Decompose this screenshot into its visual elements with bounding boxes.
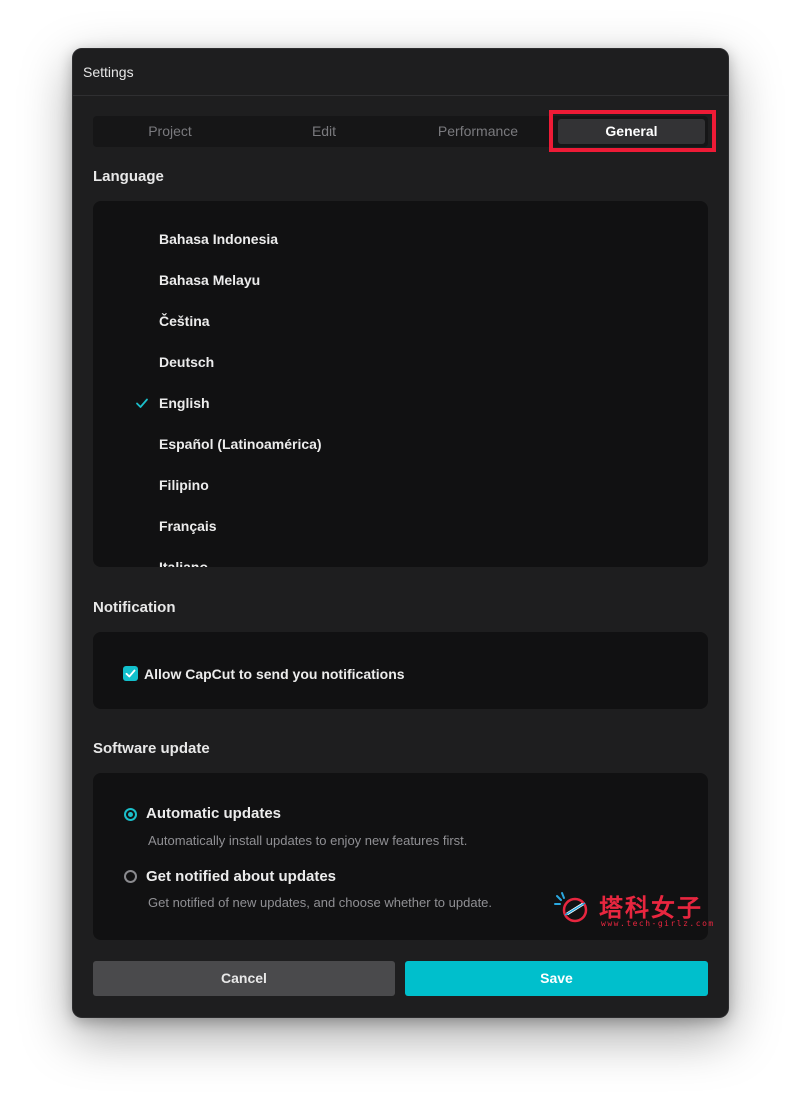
notification-checkbox[interactable]: [123, 666, 138, 681]
language-list[interactable]: Bahasa Indonesia Bahasa Melayu Čeština D…: [93, 201, 708, 567]
language-option[interactable]: Filipino: [159, 477, 209, 493]
tab-project[interactable]: Project: [93, 116, 247, 147]
automatic-updates-description: Automatically install updates to enjoy n…: [148, 833, 468, 848]
language-option[interactable]: Français: [159, 518, 217, 534]
language-panel: Bahasa Indonesia Bahasa Melayu Čeština D…: [93, 201, 708, 567]
cancel-button[interactable]: Cancel: [93, 961, 395, 996]
language-option-english[interactable]: English: [159, 395, 210, 411]
window-title: Settings: [83, 64, 134, 80]
watermark-text: 塔科女子: [599, 895, 703, 922]
language-option[interactable]: Bahasa Indonesia: [159, 231, 278, 247]
language-option[interactable]: Deutsch: [159, 354, 214, 370]
title-bar: Settings: [73, 49, 728, 96]
notified-updates-label[interactable]: Get notified about updates: [146, 868, 336, 885]
notified-updates-description: Get notified of new updates, and choose …: [148, 895, 493, 910]
language-section-title: Language: [93, 168, 164, 185]
tab-highlight-annotation: [549, 110, 716, 152]
language-option[interactable]: Español (Latinoamérica): [159, 436, 322, 452]
notification-section-title: Notification: [93, 599, 176, 616]
notification-label: Allow CapCut to send you notifications: [144, 666, 405, 682]
automatic-updates-label[interactable]: Automatic updates: [146, 805, 281, 822]
checkbox-check-icon: [125, 669, 136, 678]
tab-edit[interactable]: Edit: [247, 116, 401, 147]
software-update-section-title: Software update: [93, 740, 210, 757]
language-option[interactable]: Bahasa Melayu: [159, 272, 260, 288]
automatic-updates-radio[interactable]: [124, 808, 137, 821]
language-option[interactable]: Italiano: [159, 559, 208, 567]
watermark-url: www.tech-girlz.com: [601, 919, 715, 928]
watermark: 塔科女子 www.tech-girlz.com: [553, 888, 713, 930]
save-button[interactable]: Save: [405, 961, 708, 996]
notified-updates-radio[interactable]: [124, 870, 137, 883]
tech-girlz-logo-icon: [554, 892, 588, 923]
tab-performance[interactable]: Performance: [401, 116, 555, 147]
language-option[interactable]: Čeština: [159, 313, 210, 329]
settings-window: Settings Project Edit Performance Genera…: [72, 48, 729, 1018]
check-icon: [136, 398, 148, 408]
notification-panel: Allow CapCut to send you notifications: [93, 632, 708, 709]
